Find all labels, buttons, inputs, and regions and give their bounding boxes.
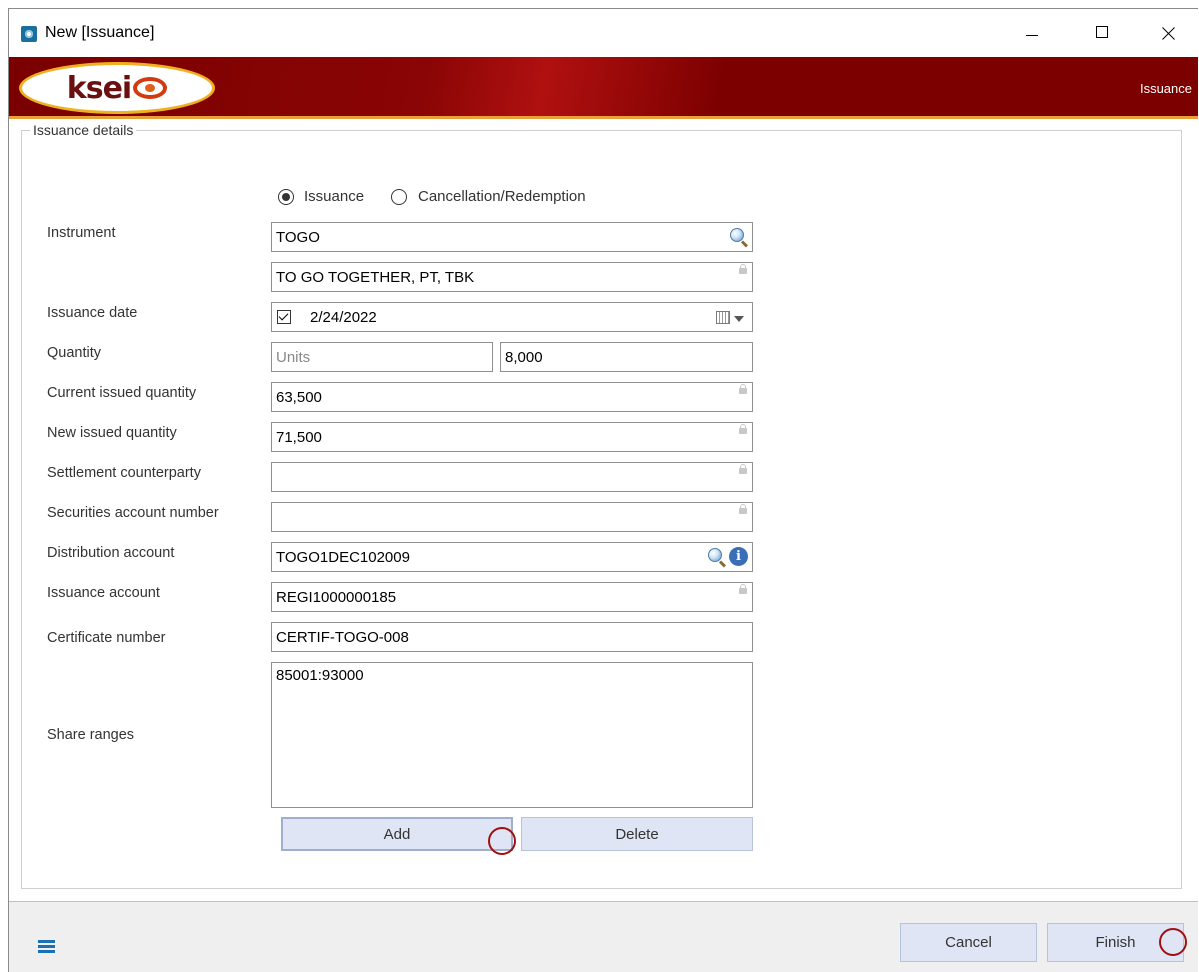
- close-icon[interactable]: [1146, 9, 1192, 57]
- minimize-icon[interactable]: [1009, 9, 1055, 57]
- group-label: Issuance details: [30, 122, 137, 138]
- distribution-account-field[interactable]: TOGO1DEC102009 i: [271, 542, 753, 572]
- settlement-counterparty-label: Settlement counterparty: [47, 465, 201, 481]
- securities-account-number-field: [271, 502, 753, 532]
- title-bar: New [Issuance]: [9, 9, 1198, 57]
- dialog-window: New [Issuance] ksei Issuance Issuance de…: [8, 8, 1198, 972]
- lock-icon: [739, 264, 747, 274]
- lock-icon: [739, 464, 747, 474]
- issuance-date-picker[interactable]: 2/24/2022: [271, 302, 753, 332]
- issuance-account-field: REGI1000000185: [271, 582, 753, 612]
- share-ranges-value: 85001:93000: [276, 667, 364, 684]
- certificate-number-label: Certificate number: [47, 630, 166, 646]
- lock-icon: [739, 424, 747, 434]
- share-ranges-textarea[interactable]: 85001:93000: [271, 662, 753, 808]
- instrument-code-field[interactable]: TOGO: [271, 222, 753, 252]
- certificate-number-field[interactable]: CERTIF-TOGO-008: [271, 622, 753, 652]
- app-icon: [21, 26, 37, 42]
- radio-cancellation-label[interactable]: Cancellation/Redemption: [418, 188, 586, 205]
- radio-issuance-label[interactable]: Issuance: [304, 188, 364, 205]
- issuance-date-checkbox[interactable]: [277, 310, 291, 324]
- securities-account-number-label: Securities account number: [47, 505, 219, 521]
- maximize-icon[interactable]: [1079, 9, 1125, 57]
- quantity-unit-value: Units: [276, 349, 311, 366]
- delete-button[interactable]: Delete: [521, 817, 753, 851]
- instrument-name-field: TO GO TOGETHER, PT, TBK: [271, 262, 753, 292]
- new-issued-quantity-label: New issued quantity: [47, 425, 177, 441]
- cancel-button[interactable]: Cancel: [900, 923, 1037, 962]
- banner-accent-line: [9, 116, 1198, 119]
- issuance-account-label: Issuance account: [47, 585, 160, 601]
- quantity-value: 8,000: [505, 349, 543, 366]
- info-icon[interactable]: i: [729, 547, 748, 566]
- issuance-account-value: REGI1000000185: [276, 589, 397, 606]
- issuance-date-label: Issuance date: [47, 305, 138, 321]
- current-issued-quantity-field: 63,500: [271, 382, 753, 412]
- logo-mark-icon: [133, 77, 168, 99]
- search-icon[interactable]: [708, 548, 722, 562]
- quantity-unit-field[interactable]: Units: [271, 342, 493, 372]
- window-title: New [Issuance]: [45, 24, 155, 41]
- logo-text: ksei: [66, 70, 132, 106]
- banner-section-label: Issuance: [1139, 81, 1192, 96]
- new-issued-quantity-value: 71,500: [276, 429, 322, 446]
- click-marker: [488, 827, 516, 855]
- quantity-field[interactable]: 8,000: [500, 342, 753, 372]
- calendar-icon[interactable]: [716, 311, 730, 324]
- radio-issuance[interactable]: [278, 189, 294, 205]
- distribution-account-value: TOGO1DEC102009: [276, 549, 410, 566]
- lock-icon: [739, 384, 747, 394]
- issuance-details-group: Issuance details Issuance Cancellation/R…: [21, 122, 1182, 889]
- ksei-logo: ksei: [19, 62, 215, 114]
- chevron-down-icon[interactable]: [734, 316, 744, 322]
- instrument-label: Instrument: [47, 225, 116, 241]
- settlement-counterparty-field: [271, 462, 753, 492]
- share-ranges-label: Share ranges: [47, 727, 135, 743]
- quantity-label: Quantity: [47, 345, 101, 361]
- lock-icon: [739, 504, 747, 514]
- current-issued-quantity-label: Current issued quantity: [47, 385, 197, 401]
- current-issued-quantity-value: 63,500: [276, 389, 322, 406]
- search-icon[interactable]: [730, 228, 744, 242]
- add-button[interactable]: Add: [281, 817, 513, 851]
- certificate-number-value: CERTIF-TOGO-008: [276, 629, 409, 646]
- header-banner: ksei Issuance: [9, 57, 1198, 119]
- issuance-date-value: 2/24/2022: [310, 309, 377, 326]
- instrument-name-value: TO GO TOGETHER, PT, TBK: [276, 269, 475, 286]
- radio-cancellation[interactable]: [391, 189, 407, 205]
- footer-bar: Cancel Finish: [9, 901, 1198, 972]
- click-marker: [1159, 928, 1187, 956]
- distribution-account-label: Distribution account: [47, 545, 175, 561]
- lock-icon: [739, 584, 747, 594]
- new-issued-quantity-field: 71,500: [271, 422, 753, 452]
- instrument-code-value: TOGO: [276, 229, 320, 246]
- menu-icon[interactable]: [38, 940, 55, 953]
